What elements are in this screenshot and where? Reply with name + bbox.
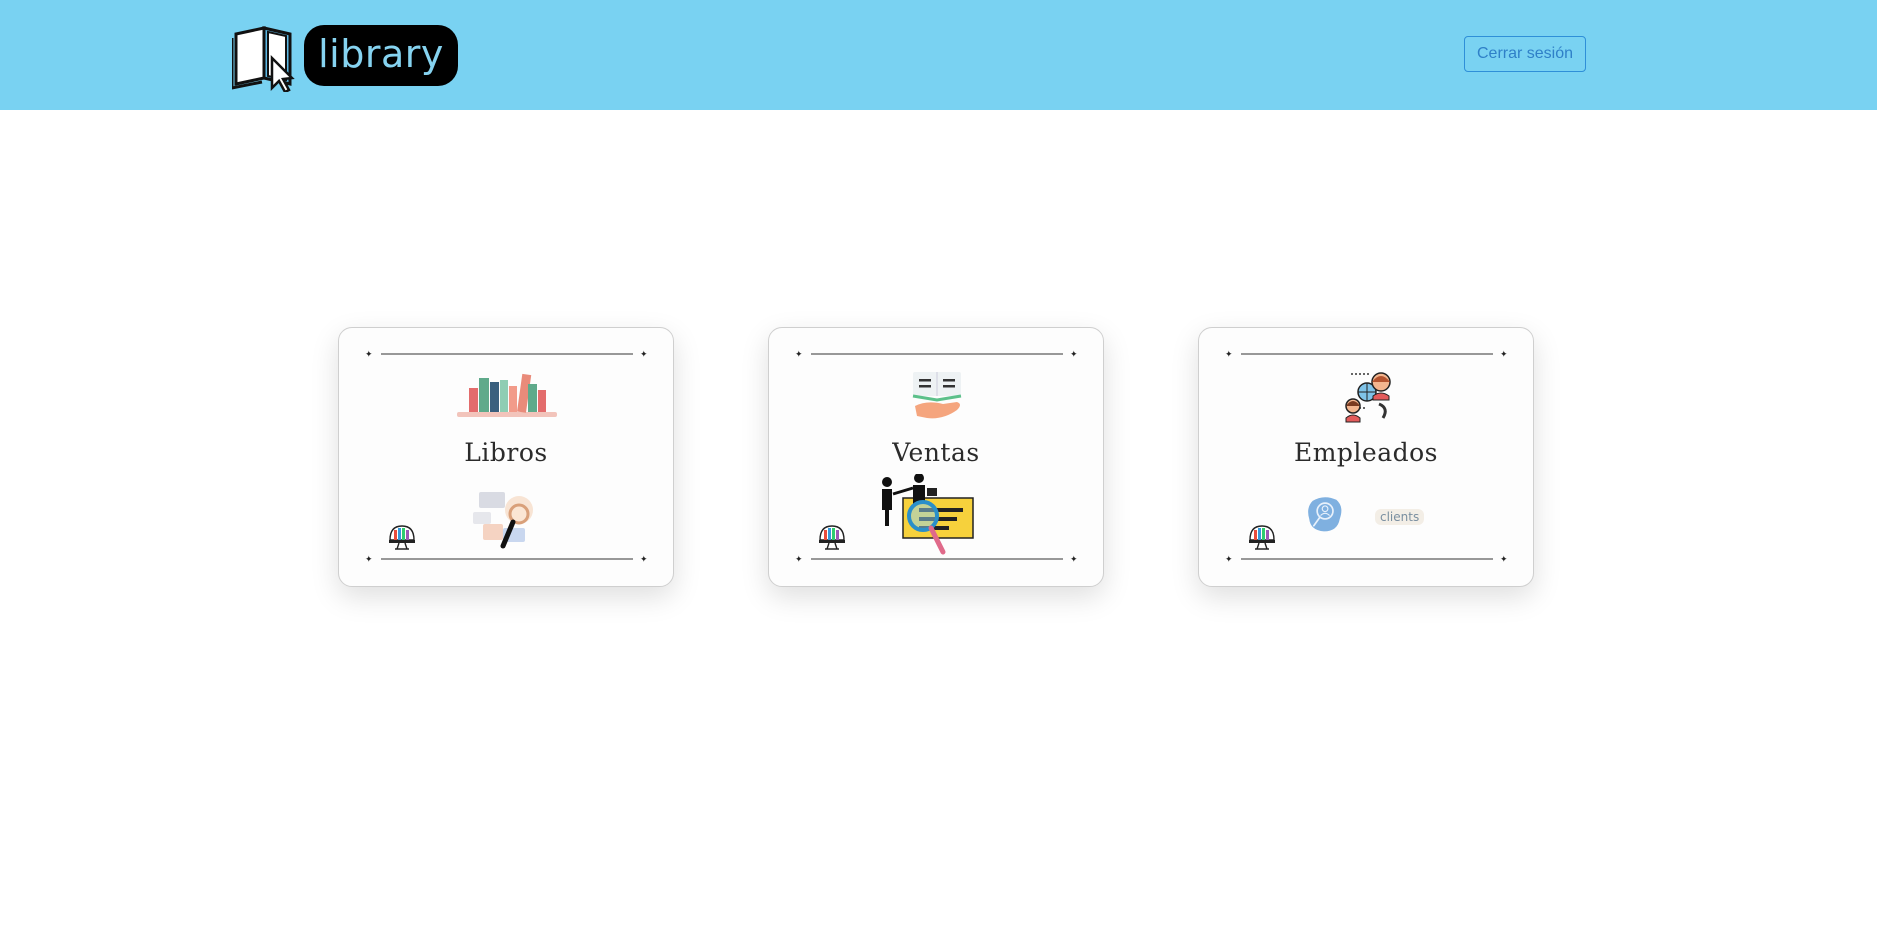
svg-text:✦: ✦ <box>1500 350 1508 358</box>
divider-top: ✦ ✦ <box>1225 350 1508 358</box>
library-computer-icon <box>389 525 415 550</box>
svg-text:✦: ✦ <box>1225 555 1233 563</box>
card-libros[interactable]: ✦ ✦ Libros ✦ ✦ <box>338 327 674 587</box>
sales-search-icon <box>882 474 974 555</box>
divider-bottom: ✦ ✦ <box>795 555 1078 563</box>
svg-text:✦: ✦ <box>795 555 803 563</box>
svg-text:✦: ✦ <box>640 350 648 358</box>
svg-text:✦: ✦ <box>1500 555 1508 563</box>
book-search-icon <box>473 492 533 549</box>
employees-network-icon <box>1345 372 1391 423</box>
logo-text: library <box>304 25 458 86</box>
svg-text:✦: ✦ <box>1225 350 1233 358</box>
card-title: Ventas <box>892 438 980 467</box>
logout-button[interactable]: Cerrar sesión <box>1464 36 1586 72</box>
svg-text:✦: ✦ <box>1070 350 1078 358</box>
svg-text:✦: ✦ <box>365 555 373 563</box>
divider-top: ✦ ✦ <box>795 350 1078 358</box>
top-navbar: library Cerrar sesión <box>0 0 1877 110</box>
card-empleados[interactable]: ✦ ✦ Empleados clients ✦ ✦ <box>1198 327 1534 587</box>
library-computer-icon <box>819 525 845 550</box>
clients-search-icon <box>1308 497 1342 532</box>
divider-bottom: ✦ ✦ <box>1225 555 1508 563</box>
books-shelf-icon <box>457 373 557 417</box>
divider-top: ✦ ✦ <box>365 350 648 358</box>
library-computer-icon <box>1249 525 1275 550</box>
card-title: Empleados <box>1293 438 1439 467</box>
card-title: Libros <box>464 438 548 467</box>
svg-text:✦: ✦ <box>1070 555 1078 563</box>
clients-label: clients <box>1375 509 1425 525</box>
svg-text:✦: ✦ <box>640 555 648 563</box>
open-book-cursor-icon <box>232 26 295 92</box>
divider-bottom: ✦ ✦ <box>365 555 648 563</box>
library-logo[interactable]: library <box>232 22 462 92</box>
svg-text:✦: ✦ <box>795 350 803 358</box>
card-ventas[interactable]: ✦ ✦ Ventas ✦ ✦ <box>768 327 1104 587</box>
hand-book-icon <box>912 372 962 419</box>
svg-text:✦: ✦ <box>365 350 373 358</box>
